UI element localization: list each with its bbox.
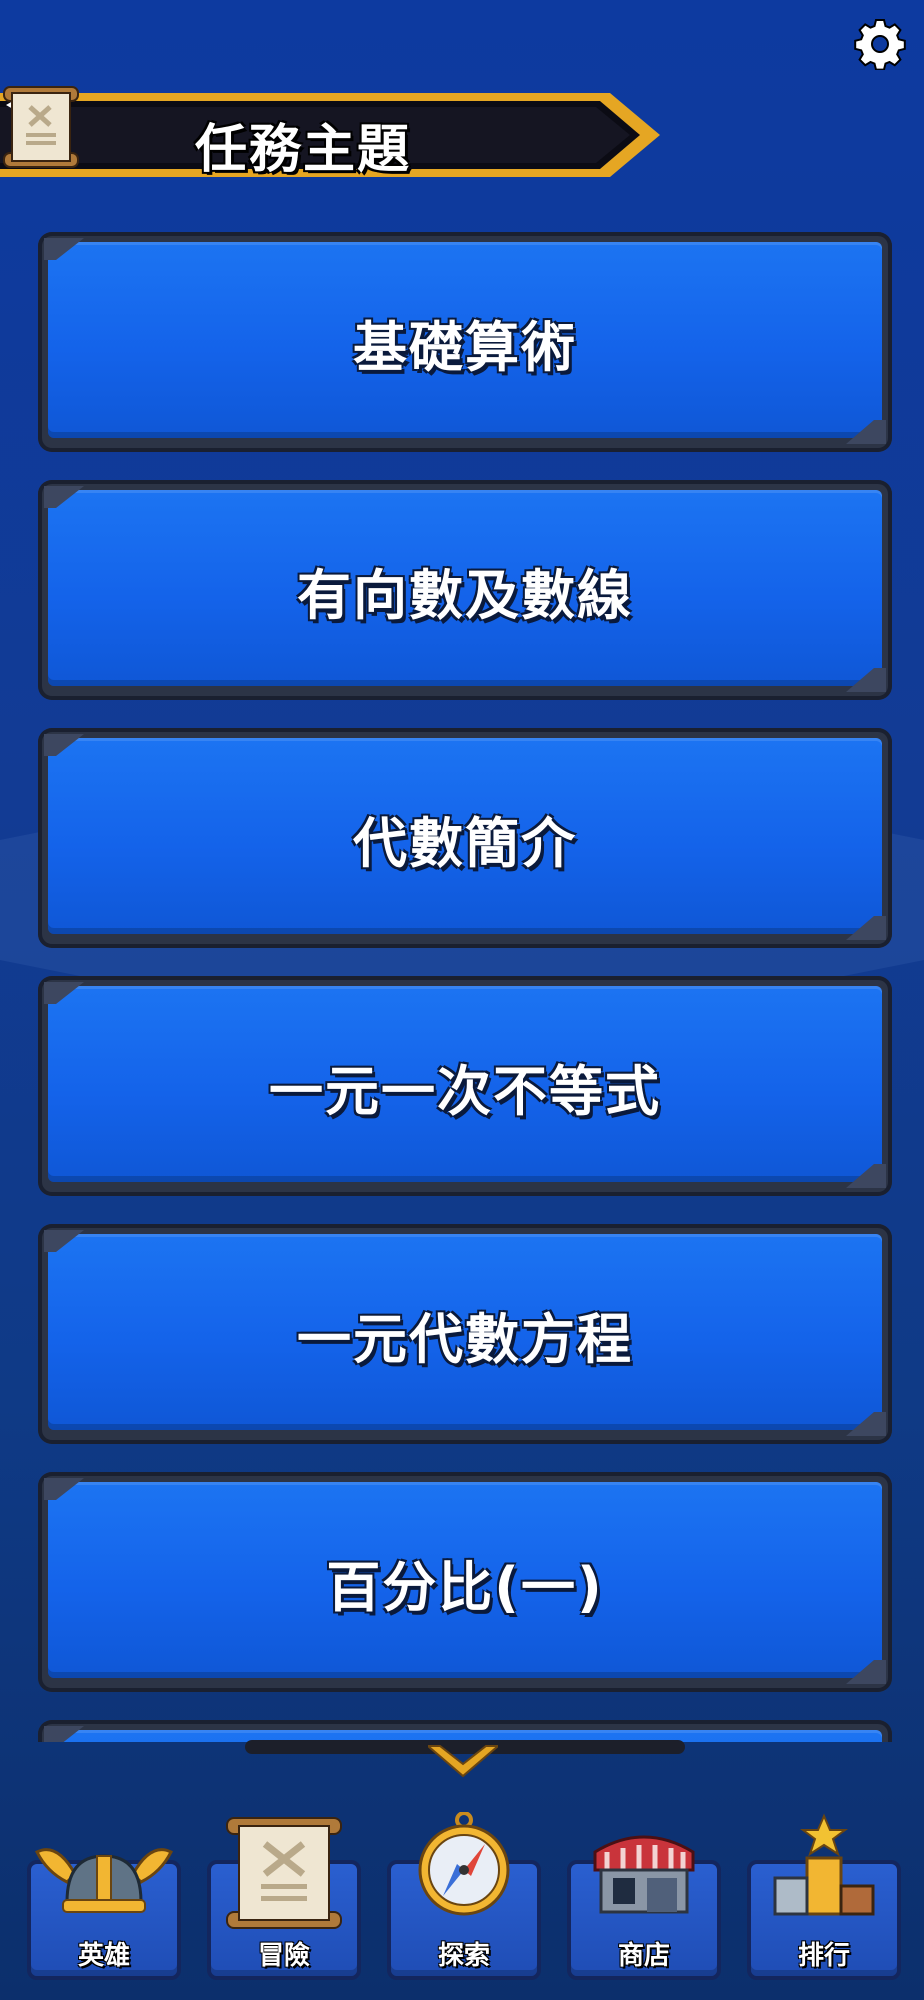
- nav-label: 探索: [437, 1941, 490, 1971]
- compass-icon: [418, 1812, 510, 1916]
- topic-label: 代數簡介: [353, 811, 577, 875]
- gear-icon[interactable]: [854, 18, 906, 70]
- shop-icon: [593, 1835, 695, 1914]
- nav-explore[interactable]: 探索: [387, 1812, 541, 1980]
- topic-button-linear-inequalities[interactable]: 一元一次不等式: [38, 976, 892, 1196]
- topic-label: [38, 1720, 892, 1742]
- topic-list[interactable]: 基礎算術 有向數及數線 代數簡介 一元一次不等式 一元代數方程 百分比(一): [38, 232, 892, 1742]
- topic-button-percentages-1[interactable]: 百分比(一): [38, 1472, 892, 1692]
- page-title: 任務主題: [195, 120, 412, 180]
- topic-label: 基礎算術: [353, 315, 577, 379]
- topic-label: 一元一次不等式: [269, 1059, 661, 1123]
- nav-heroes[interactable]: 英雄: [27, 1848, 181, 1980]
- topic-label: 百分比(一): [326, 1555, 604, 1619]
- bottom-nav: 英雄 冒險 探索 商店 排行: [0, 1800, 924, 2000]
- nav-ranking[interactable]: 排行: [747, 1813, 901, 1980]
- nav-shop[interactable]: 商店: [567, 1835, 721, 1980]
- podium-icon: [773, 1813, 875, 1916]
- nav-adventure[interactable]: 冒險: [207, 1817, 361, 1980]
- topic-button-basic-arithmetic[interactable]: 基礎算術: [38, 232, 892, 452]
- nav-label: 商店: [617, 1941, 670, 1971]
- topic-button-directed-numbers[interactable]: 有向數及數線: [38, 480, 892, 700]
- header-ribbon: 任務主題: [0, 85, 660, 185]
- nav-label: 冒險: [257, 1941, 310, 1971]
- topic-button-linear-equations[interactable]: 一元代數方程: [38, 1224, 892, 1444]
- chevron-down-icon[interactable]: [428, 1742, 498, 1782]
- topic-button-algebra-intro[interactable]: 代數簡介: [38, 728, 892, 948]
- nav-label: 英雄: [77, 1941, 130, 1971]
- helmet-icon: [34, 1848, 174, 1913]
- scroll-icon: [226, 1817, 342, 1929]
- topic-button-partial[interactable]: [38, 1720, 892, 1742]
- nav-label: 排行: [797, 1941, 850, 1971]
- topic-label: 一元代數方程: [297, 1307, 633, 1371]
- topic-label: 有向數及數線: [297, 563, 633, 627]
- scroll-icon: [3, 86, 79, 168]
